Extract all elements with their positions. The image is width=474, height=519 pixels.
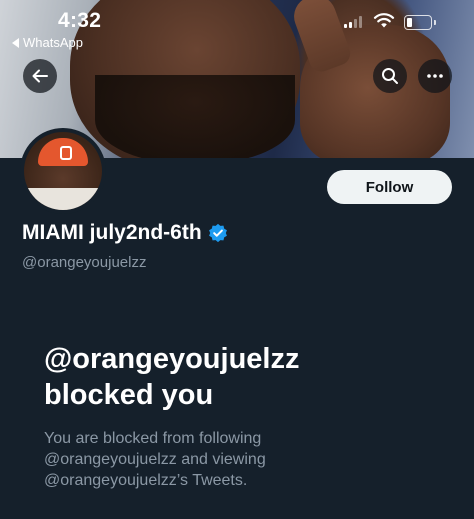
arrow-left-icon <box>32 69 48 83</box>
back-triangle-icon <box>12 37 19 48</box>
banner-photo-beard <box>95 75 295 158</box>
blocked-title-handle: @orangeyoujuelzz <box>44 343 300 375</box>
search-button[interactable] <box>373 59 407 93</box>
avatar-cap <box>38 138 88 166</box>
return-to-app-link[interactable]: WhatsApp <box>12 35 83 50</box>
follow-button[interactable]: Follow <box>327 170 452 204</box>
blocked-desc-line-1: You are blocked from following <box>44 430 262 447</box>
profile-avatar[interactable] <box>20 128 106 214</box>
blocked-title: @orangeyoujuelzz blocked you <box>44 341 444 413</box>
verified-badge-icon[interactable] <box>208 223 228 243</box>
blocked-desc-line-3: @orangeyoujuelzz’s Tweets. <box>44 472 248 489</box>
cellular-signal-icon <box>344 16 362 28</box>
blocked-desc-line-2: @orangeyoujuelzz and viewing <box>44 451 266 468</box>
return-app-label: WhatsApp <box>23 35 83 50</box>
battery-icon <box>404 15 436 30</box>
profile-handle: @orangeyoujuelzz <box>22 254 147 271</box>
display-name-text: MIAMI july2nd-6th <box>22 221 202 244</box>
wifi-icon <box>373 13 395 28</box>
profile-display-name: MIAMI july2nd-6th <box>22 221 228 245</box>
back-button[interactable] <box>23 59 57 93</box>
search-icon <box>382 68 398 84</box>
status-time: 4:32 <box>58 9 102 32</box>
blocked-title-text: blocked you <box>44 379 214 411</box>
status-bar: 4:32 WhatsApp <box>0 0 474 56</box>
more-horizontal-icon <box>427 74 443 78</box>
blocked-description: You are blocked from following @orangeyo… <box>44 428 444 491</box>
more-options-button[interactable] <box>418 59 452 93</box>
avatar-shirt <box>24 188 102 210</box>
